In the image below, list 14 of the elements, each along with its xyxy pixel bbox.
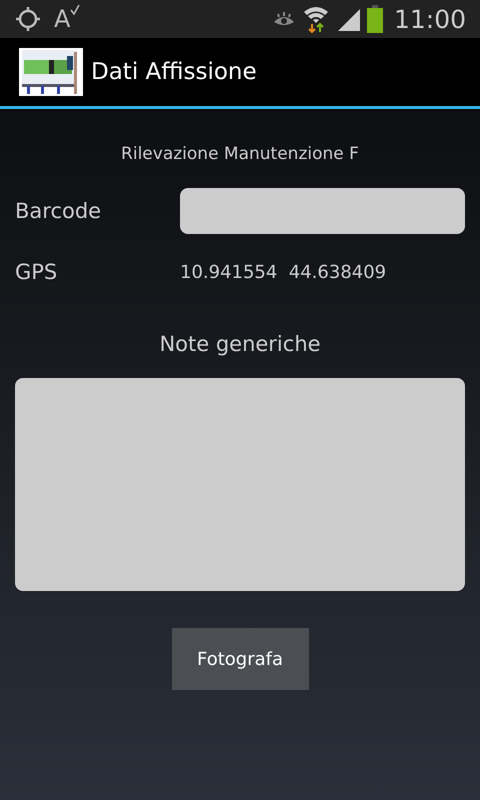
wifi-icon	[302, 4, 330, 34]
barcode-label: Barcode	[15, 199, 102, 223]
barcode-field[interactable]	[180, 188, 465, 234]
gps-coordinates: 10.941554 44.638409	[180, 262, 386, 282]
notes-field[interactable]	[15, 378, 465, 591]
clock: 11:00	[394, 4, 466, 34]
battery-icon	[366, 5, 384, 33]
screen-title: Dati Affissione	[91, 59, 257, 85]
photo-button[interactable]: Fotografa	[172, 628, 308, 690]
gps-icon	[14, 5, 42, 33]
signal-icon	[336, 7, 360, 31]
form-heading: Rilevazione Manutenzione F	[120, 144, 360, 164]
gps-label: GPS	[15, 260, 58, 284]
notes-label: Note generiche	[158, 332, 322, 356]
